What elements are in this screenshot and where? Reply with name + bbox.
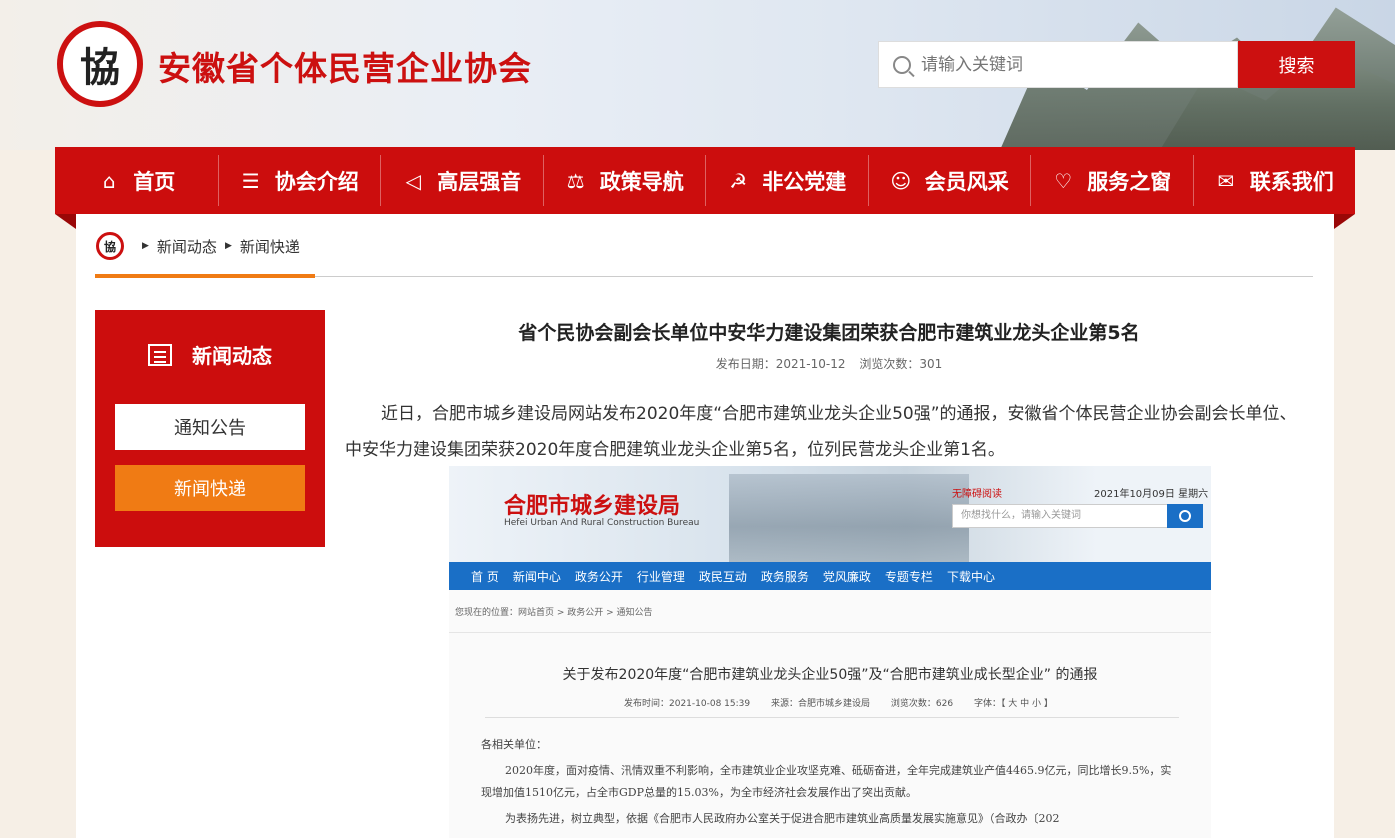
article-date: 发布日期：2021-10-12 [715,357,846,371]
chat-icon: ✉ [1217,168,1235,193]
embedded-nav-item: 政务服务 [760,569,809,584]
breadcrumb: 協 ▶ 新闻动态 ▶ 新闻快递 [96,232,300,260]
article-views: 浏览次数：301 [859,357,943,371]
nav-item-label: 会员风采 [924,169,1009,194]
embedded-city-skyline [729,474,969,562]
embedded-date: 2021年10月09日 星期六 [1094,489,1209,500]
site-title: 安徽省个体民营企业协会 [158,49,532,88]
megaphone-icon: ◁ [405,168,421,193]
embedded-search-icon [1167,504,1203,528]
embedded-text: 为表扬先进，树立典型，依据《合肥市人民政府办公室关于促进合肥市建筑业高质量发展实… [505,812,1060,825]
content-panel: 協 ▶ 新闻动态 ▶ 新闻快递 新闻动态 通知公告 新闻快递 省个民协会副会长单… [76,214,1334,838]
breadcrumb-item[interactable]: 新闻快递 [240,236,300,257]
embedded-logo: 合肥市城乡建设局 [504,493,681,519]
site-logo[interactable]: 協 [57,21,143,107]
sidebar-item-notices[interactable]: 通知公告 [115,404,305,450]
party-emblem-icon: ☭ [729,168,748,193]
nav-item-label: 协会介绍 [274,169,359,194]
embedded-logo-en: Hefei Urban And Rural Construction Burea… [504,518,700,528]
nav-fold-decoration [55,214,76,229]
search-button[interactable]: 搜索 [1238,41,1355,88]
embedded-nav-item: 下载中心 [946,569,995,584]
nav-item-policy[interactable]: ⚖ 政策导航 [542,147,706,214]
embedded-nav-item: 首 页 [471,569,499,584]
home-icon: ⌂ [102,168,116,193]
embedded-nav-item: 新闻中心 [512,569,561,584]
embedded-meta-font: 字体：【 大 中 小 】 [973,699,1053,709]
article-title: 省个民协会副会长单位中安华力建设集团荣获合肥市建筑业龙头企业第5名 [518,322,1140,344]
embedded-nav-item: 政务公开 [574,569,623,584]
nav-item-about[interactable]: ☰ 协会介绍 [217,147,381,214]
nav-item-contact[interactable]: ✉ 联系我们 [1192,147,1356,214]
sidebar-title-label: 新闻动态 [192,344,272,368]
scale-icon: ⚖ [566,168,585,193]
heart-hand-icon: ♡ [1054,168,1073,193]
embedded-nav-item: 党风廉政 [822,569,871,584]
breadcrumb-item[interactable]: 新闻动态 [157,236,217,257]
list-icon [148,343,172,366]
embedded-text: 2020年度，面对疫情、汛情双重不利影响，全市建筑业企业攻坚克难、砥砺奋进，全年… [481,764,1172,799]
embedded-nav-item: 专题专栏 [884,569,933,584]
article-image: 合肥市城乡建设局 Hefei Urban And Rural Construct… [449,466,1211,838]
nav-item-label: 政策导航 [599,169,684,194]
embedded-search: 你想找什么，请输入关键词 [952,504,1168,528]
article-meta: 发布日期：2021-10-12 浏览次数：301 [345,355,1313,372]
embedded-breadcrumb: 您现在的位置：网站首页 > 政务公开 > 通知公告 [455,608,653,618]
sidebar-item-news[interactable]: 新闻快递 [115,465,305,511]
chevron-right-icon: ▶ [142,241,149,251]
embedded-text: 各相关单位： [481,738,547,751]
nav-fold-decoration [1334,214,1355,229]
search-icon [893,55,911,74]
main-nav: ⌂ 首页 ☰ 协会介绍 ◁ 高层强音 ⚖ 政策导航 ☭ 非公党建 ☺ 会员风采 … [55,147,1355,214]
user-icon: ☺ [890,168,912,193]
breadcrumb-active-bar [95,274,315,278]
embedded-nav: 首 页 新闻中心 政务公开 行业管理 政民互动 政务服务 党风廉政 专题专栏 下… [449,562,1211,590]
nav-item-party[interactable]: ☭ 非公党建 [705,147,868,214]
embedded-nav-item: 行业管理 [636,569,685,584]
sidebar-title: 新闻动态 [95,340,325,369]
embedded-rule [485,717,1179,718]
search-box[interactable] [878,41,1238,88]
embedded-meta-time: 发布时间：2021-10-08 15:39 [624,699,751,709]
search-input[interactable] [921,54,1221,75]
nav-item-members[interactable]: ☺ 会员风采 [867,147,1031,214]
nav-item-label: 高层强音 [437,169,522,194]
nav-item-leadership[interactable]: ◁ 高层强音 [380,147,543,214]
nav-item-label: 联系我们 [1249,169,1334,194]
nav-item-home[interactable]: ⌂ 首页 [55,147,218,214]
embedded-meta-source: 来源：合肥市城乡建设局 [770,699,870,709]
article-body: 近日，合肥市城乡建设局网站发布2020年度“合肥市建筑业龙头企业50强”的通报，… [345,404,1297,460]
nav-item-label: 非公党建 [762,169,847,194]
sidebar: 新闻动态 通知公告 新闻快递 [95,310,325,547]
embedded-title: 关于发布2020年度“合肥市建筑业龙头企业50强”及“合肥市建筑业成长型企业” … [562,667,1098,683]
embedded-meta-views: 浏览次数：626 [890,699,954,709]
nav-item-label: 服务之窗 [1087,169,1172,194]
chevron-right-icon: ▶ [224,241,232,251]
embedded-nav-item: 政民互动 [698,569,747,584]
nav-item-label: 首页 [133,169,176,194]
embedded-accessibility: 无障碍阅读 [952,489,1002,500]
embedded-meta: 发布时间：2021-10-08 15:39 来源：合肥市城乡建设局 浏览次数：6… [624,696,1053,709]
nav-item-services[interactable]: ♡ 服务之窗 [1030,147,1193,214]
document-icon: ☰ [241,168,260,193]
embedded-divider [449,632,1211,633]
breadcrumb-home-logo[interactable]: 協 [96,232,124,260]
